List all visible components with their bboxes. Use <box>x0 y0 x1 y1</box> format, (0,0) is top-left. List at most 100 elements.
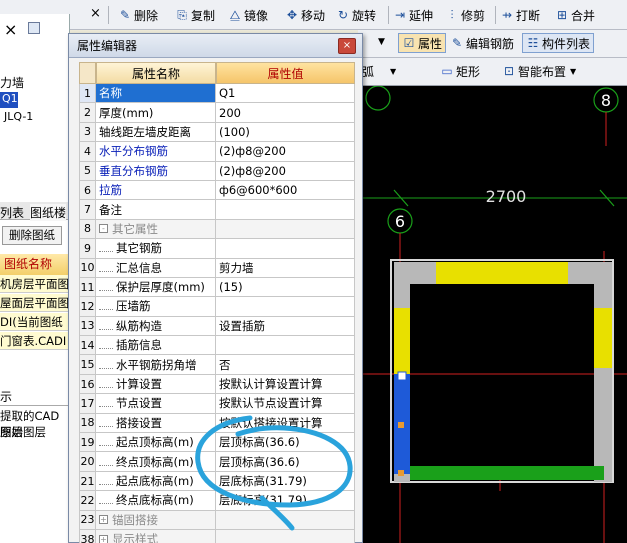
tab-drawing-floor[interactable]: 图纸楼 <box>30 204 67 221</box>
drawing-file-item[interactable]: DI(当前图纸 <box>0 313 70 331</box>
smart-layout-button[interactable]: ⊡ 智能布置 ▼ <box>502 61 576 81</box>
property-value-cell[interactable] <box>216 510 355 530</box>
property-value-cell[interactable]: (100) <box>216 122 355 143</box>
tab-list[interactable]: 列表 <box>0 204 24 221</box>
edit-rebar-button[interactable]: ✎ 编辑钢筋 <box>450 33 514 53</box>
property-value-cell[interactable] <box>216 200 355 220</box>
drawing-file-item[interactable]: 门窗表.CADI <box>0 332 70 350</box>
property-value-cell[interactable]: (15) <box>216 277 355 298</box>
drawing-file-item[interactable]: 屋面层平面图 <box>0 294 70 312</box>
property-value-cell[interactable]: 设置插筋 <box>216 316 355 337</box>
component-list-button[interactable]: ☷ 构件列表 <box>522 33 595 53</box>
mirror-button[interactable]: ⧋ 镜像 <box>228 5 268 25</box>
property-row[interactable]: 18 搭接设置 按默认搭接设置计算 <box>79 413 355 434</box>
property-name-cell[interactable]: 终点底标高(m) <box>96 491 216 511</box>
property-name-cell[interactable]: 搭接设置 <box>96 413 216 434</box>
property-value-cell[interactable] <box>216 239 355 259</box>
property-name-cell[interactable]: - 其它属性 <box>96 219 216 240</box>
copy-button[interactable]: ⎘ 复制 <box>175 5 215 25</box>
delete-button[interactable]: ✎ 删除 <box>118 5 158 25</box>
trim-button[interactable]: ⫶ 修剪 <box>445 5 485 25</box>
property-name-cell[interactable]: 其它钢筋 <box>96 239 216 259</box>
merge-button[interactable]: ⊞ 合并 <box>555 5 595 25</box>
property-value-cell[interactable]: Q1 <box>216 84 355 104</box>
property-value-cell[interactable]: 按默认搭接设置计算 <box>216 413 355 434</box>
expand-icon[interactable]: + <box>99 515 108 525</box>
property-value-cell[interactable]: 200 <box>216 103 355 123</box>
property-row[interactable]: 12 压墙筋 <box>79 297 355 317</box>
property-name-cell[interactable]: 终点顶标高(m) <box>96 452 216 472</box>
copy-tree-icon[interactable] <box>28 22 40 34</box>
property-row[interactable]: 17 节点设置 按默认节点设置计算 <box>79 394 355 414</box>
property-value-cell[interactable]: (2)ф8@200 <box>216 161 355 181</box>
dialog-close-button[interactable]: × <box>338 38 356 54</box>
arc-button[interactable]: 弧 ▼ <box>362 61 396 81</box>
property-row[interactable]: 38 + 显示样式 <box>79 529 355 543</box>
properties-button[interactable]: ☑ 属性 <box>398 33 447 53</box>
property-name-cell[interactable]: 汇总信息 <box>96 258 216 278</box>
collapse-icon[interactable]: - <box>99 224 108 234</box>
property-row[interactable]: 2 厚度(mm) 200 <box>79 103 355 123</box>
property-name-cell[interactable]: 备注 <box>96 200 216 220</box>
property-value-cell[interactable]: 层底标高(31.79) <box>216 471 355 492</box>
dropdown-arrow-icon[interactable]: ▼ <box>378 37 385 47</box>
property-value-cell[interactable] <box>216 297 355 317</box>
property-row[interactable]: 23 + 锚固搭接 <box>79 510 355 530</box>
move-button[interactable]: ✥ 移动 <box>285 5 325 25</box>
property-row[interactable]: 14 插筋信息 <box>79 336 355 356</box>
property-name-cell[interactable]: + 显示样式 <box>96 529 216 543</box>
property-value-cell[interactable]: 剪力墙 <box>216 258 355 278</box>
property-row[interactable]: 3 轴线距左墙皮距离 (100) <box>79 122 355 143</box>
wall-right[interactable] <box>594 262 612 482</box>
property-name-cell[interactable]: 水平分布钢筋 <box>96 142 216 162</box>
break-button[interactable]: ⇸ 打断 <box>500 5 540 25</box>
drawing-file-item[interactable]: 机房层平面图 <box>0 275 70 293</box>
property-value-cell[interactable]: 按默认计算设置计算 <box>216 374 355 395</box>
property-row[interactable]: 19 起点顶标高(m) 层顶标高(36.6) <box>79 433 355 453</box>
close-tree-icon[interactable]: × <box>4 20 17 39</box>
property-row[interactable]: 4 水平分布钢筋 (2)ф8@200 <box>79 142 355 162</box>
property-name-cell[interactable]: 压墙筋 <box>96 297 216 317</box>
property-row[interactable]: 10 汇总信息 剪力墙 <box>79 258 355 278</box>
delete-drawing-button[interactable]: 删除图纸 <box>2 226 62 245</box>
property-name-cell[interactable]: 轴线距左墙皮距离 <box>96 122 216 143</box>
property-value-cell[interactable] <box>216 336 355 356</box>
property-value-cell[interactable]: ф6@600*600 <box>216 180 355 201</box>
wall-bottom[interactable] <box>410 466 604 480</box>
property-name-cell[interactable]: 起点底标高(m) <box>96 471 216 492</box>
expand-icon[interactable]: + <box>99 534 108 543</box>
property-value-cell[interactable]: 按默认节点设置计算 <box>216 394 355 414</box>
property-value-cell[interactable]: 层顶标高(36.6) <box>216 452 355 472</box>
property-row[interactable]: 21 起点底标高(m) 层底标高(31.79) <box>79 471 355 492</box>
property-row[interactable]: 8- 其它属性 <box>79 219 355 240</box>
property-name-cell[interactable]: 起点顶标高(m) <box>96 433 216 453</box>
rectangle-button[interactable]: ▭ 矩形 <box>440 61 480 81</box>
property-value-cell[interactable] <box>216 529 355 543</box>
property-row[interactable]: 11 保护层厚度(mm) (15) <box>79 277 355 298</box>
property-name-cell[interactable]: 计算设置 <box>96 374 216 395</box>
rotate-button[interactable]: ↻ 旋转 <box>336 5 376 25</box>
property-row[interactable]: 16 计算设置 按默认计算设置计算 <box>79 374 355 395</box>
property-value-cell[interactable]: 否 <box>216 355 355 375</box>
property-name-cell[interactable]: 名称 <box>96 84 216 104</box>
toolbar-close-icon[interactable]: × <box>90 6 101 21</box>
property-name-cell[interactable]: + 锚固搭接 <box>96 510 216 530</box>
property-value-cell[interactable] <box>216 219 355 240</box>
property-name-cell[interactable]: 拉筋 <box>96 180 216 201</box>
property-name-cell[interactable]: 插筋信息 <box>96 336 216 356</box>
property-row[interactable]: 15 水平钢筋拐角增 否 <box>79 355 355 375</box>
property-row[interactable]: 5 垂直分布钢筋 (2)ф8@200 <box>79 161 355 181</box>
extend-button[interactable]: ⇥ 延伸 <box>393 5 433 25</box>
property-row[interactable]: 1 名称 Q1 <box>79 84 355 104</box>
tree-item-jlq1[interactable]: JLQ-1 <box>4 110 33 123</box>
property-value-cell[interactable]: 层底标高(31.79) <box>216 491 355 511</box>
layer-item-original[interactable]: 原始图层 <box>0 424 46 440</box>
dialog-title-bar[interactable]: 属性编辑器 <box>69 34 362 58</box>
property-name-cell[interactable]: 厚度(mm) <box>96 103 216 123</box>
property-name-cell[interactable]: 垂直分布钢筋 <box>96 161 216 181</box>
property-row[interactable]: 6 拉筋 ф6@600*600 <box>79 180 355 201</box>
tree-item-q1[interactable]: Q1 <box>0 92 18 108</box>
property-row[interactable]: 7 备注 <box>79 200 355 220</box>
property-row[interactable]: 20 终点顶标高(m) 层顶标高(36.6) <box>79 452 355 472</box>
property-row[interactable]: 13 纵筋构造 设置插筋 <box>79 316 355 337</box>
